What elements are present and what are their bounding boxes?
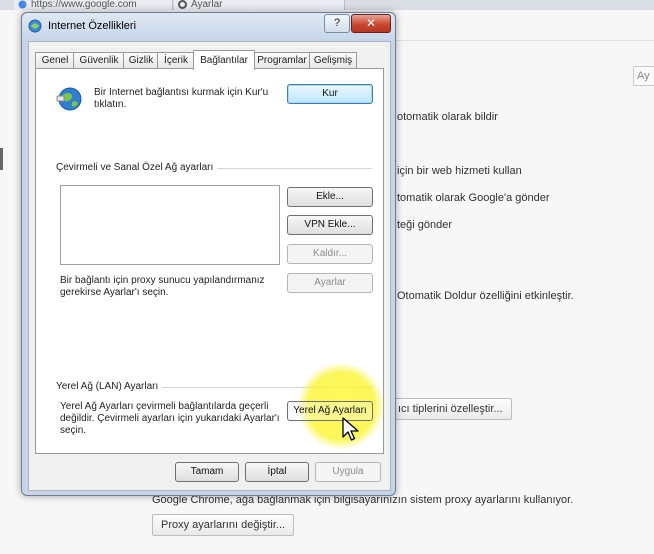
cancel-button[interactable]: İptal bbox=[245, 462, 309, 482]
connections-list[interactable] bbox=[60, 185, 280, 265]
internet-options-dialog: Internet Özellikleri ? ✕ Genel Güvenlik … bbox=[21, 12, 396, 496]
browser-tab-title: Ayarlar bbox=[191, 0, 223, 10]
settings-search-input[interactable]: Ay bbox=[633, 66, 654, 86]
customize-fonts-button[interactable]: ıcı tiplerini özelleştir... bbox=[389, 398, 512, 420]
tab-content[interactable]: İçerik bbox=[157, 52, 195, 69]
gear-icon bbox=[178, 0, 187, 9]
browser-tab-strip: https://www.google.com Ayarlar bbox=[0, 0, 654, 10]
settings-line: teği gönder bbox=[397, 219, 453, 231]
dialog-titlebar[interactable]: Internet Özellikleri ? ✕ bbox=[22, 13, 395, 39]
settings-line: tomatik olarak Google'a gönder bbox=[397, 192, 550, 204]
settings-line: otomatik olarak bildir bbox=[397, 111, 498, 123]
settings-line: için bir web hizmeti kullan bbox=[397, 165, 522, 177]
dialog-title: Internet Özellikleri bbox=[48, 20, 137, 32]
tab-security[interactable]: Güvenlik bbox=[73, 52, 125, 69]
tab-programs[interactable]: Programlar bbox=[253, 52, 311, 69]
proxy-text-line2: gerekirse Ayarlar'ı seçin. bbox=[60, 287, 169, 298]
close-button[interactable]: ✕ bbox=[351, 14, 391, 33]
setup-text-line1: Bir Internet bağlantısı kurmak için Kur'… bbox=[94, 87, 269, 98]
add-vpn-button[interactable]: VPN Ekle... bbox=[287, 215, 373, 235]
change-proxy-button[interactable]: Proxy ayarlarını değiştir... bbox=[152, 514, 295, 536]
lan-text-line3: seçin. bbox=[60, 425, 87, 436]
dialup-group-label: Çevirmeli ve Sanal Özel Ağ ayarları bbox=[56, 162, 218, 173]
globe-icon bbox=[56, 85, 84, 113]
browser-tab-google[interactable]: https://www.google.com bbox=[14, 0, 173, 10]
browser-tab-title: https://www.google.com bbox=[31, 0, 137, 10]
tab-general[interactable]: Genel bbox=[35, 52, 75, 69]
tab-connections[interactable]: Bağlantılar bbox=[193, 50, 255, 70]
mouse-cursor-icon bbox=[342, 417, 360, 443]
sidebar-marker bbox=[0, 148, 3, 170]
browser-tab-settings[interactable]: Ayarlar bbox=[174, 0, 345, 10]
apply-button[interactable]: Uygula bbox=[315, 462, 381, 482]
setup-button[interactable]: Kur bbox=[287, 84, 373, 104]
lan-group-label: Yerel Ağ (LAN) Ayarları bbox=[56, 381, 163, 392]
lan-settings-button[interactable]: Yerel Ağ Ayarları bbox=[287, 401, 373, 421]
google-icon bbox=[18, 0, 27, 9]
divider bbox=[396, 40, 654, 41]
proxy-text-line1: Bir bağlantı için proxy sunucu yapılandı… bbox=[60, 275, 265, 286]
remove-button[interactable]: Kaldır... bbox=[287, 244, 373, 264]
add-button[interactable]: Ekle... bbox=[287, 187, 373, 207]
connections-panel: Bir Internet bağlantısı kurmak için Kur'… bbox=[35, 68, 384, 454]
settings-line: Otomatik Doldur özelliğini etkinleştir. bbox=[397, 290, 574, 302]
setup-text-line2: tıklatın. bbox=[94, 99, 127, 110]
lan-text-line2: değildir. Çevirmeli ayarları için yukarı… bbox=[60, 413, 280, 424]
ok-button[interactable]: Tamam bbox=[175, 462, 239, 482]
lan-text-line1: Yerel Ağ Ayarları çevirmeli bağlantılard… bbox=[60, 401, 269, 412]
help-button[interactable]: ? bbox=[324, 14, 350, 33]
settings-button[interactable]: Ayarlar bbox=[287, 273, 373, 293]
tab-advanced[interactable]: Gelişmiş bbox=[309, 52, 357, 69]
dialog-client: Genel Güvenlik Gizlik İçerik Bağlantılar… bbox=[28, 41, 391, 491]
tab-privacy[interactable]: Gizlik bbox=[123, 52, 159, 69]
internet-options-icon bbox=[28, 19, 42, 33]
